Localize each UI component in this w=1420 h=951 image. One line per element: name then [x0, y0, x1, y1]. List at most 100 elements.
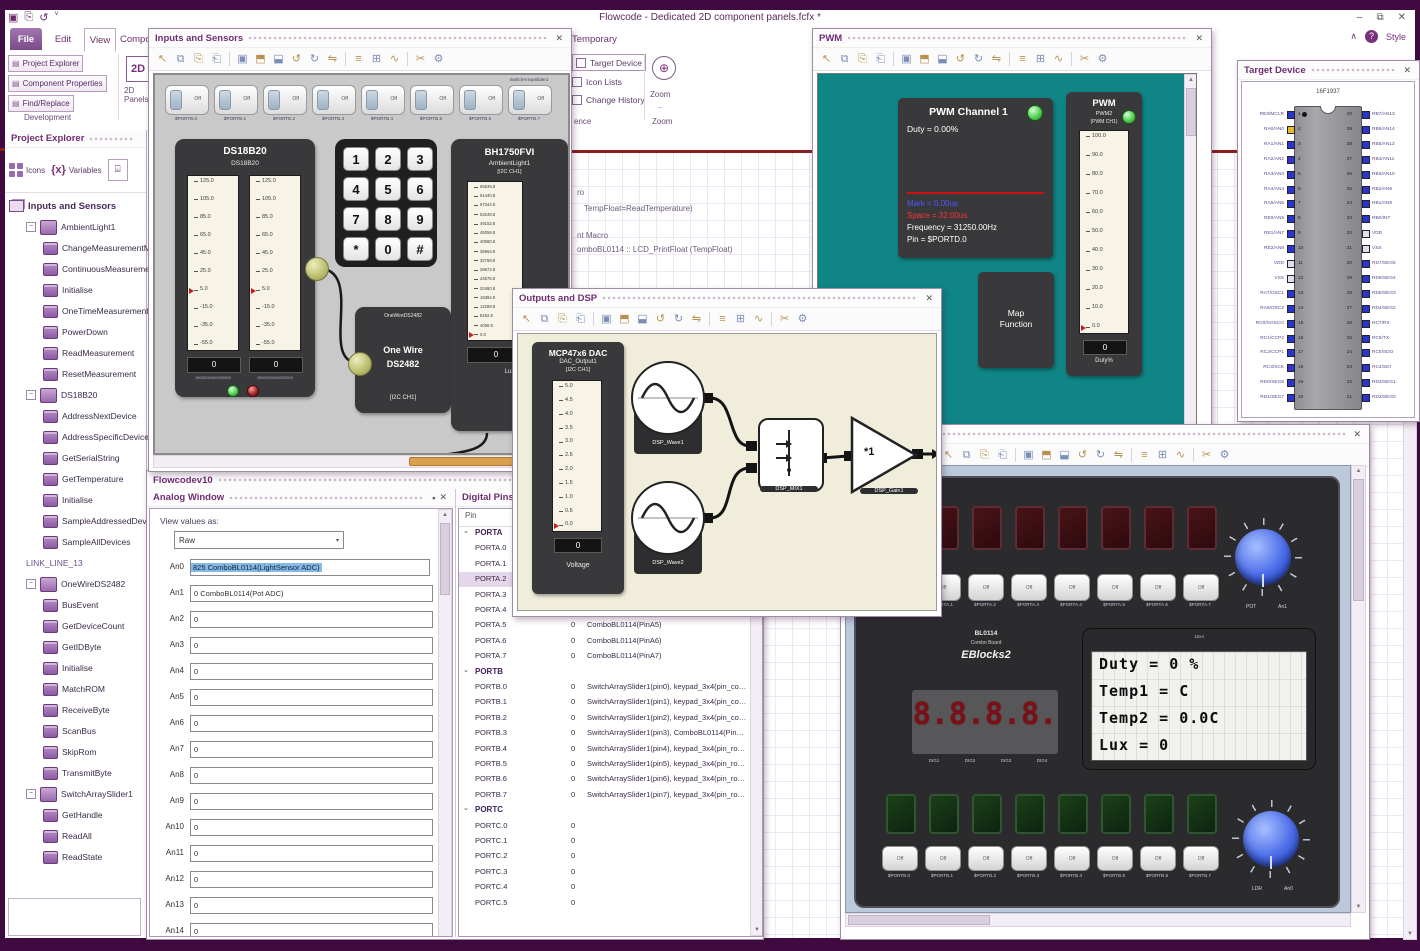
toolbar-rotate-cw-icon[interactable]: ↻ [1093, 447, 1108, 463]
chevron-down-icon[interactable]: ⌄ [463, 666, 469, 674]
keypad-key-1[interactable]: 1 [343, 147, 369, 171]
tree-item-onewireds2482[interactable]: − OneWireDS2482 [5, 574, 168, 594]
inputs-sensors-titlebar[interactable]: Inputs and Sensors ✕ [149, 29, 571, 48]
macros-button[interactable]: ⌸ [107, 159, 128, 181]
porta-button-3[interactable]: Off [1011, 574, 1047, 601]
toolbar-multi-select-icon[interactable]: ⧉ [537, 311, 552, 327]
ldr-knob[interactable] [1243, 811, 1299, 867]
porta-button-2[interactable]: Off [968, 574, 1004, 601]
keypad-key-star[interactable]: * [343, 237, 369, 261]
target-device-titlebar[interactable]: Target Device ✕ [1238, 61, 1419, 80]
digital-pin-row-portc-2[interactable]: PORTC.2 0 [459, 849, 750, 864]
porta-button-7[interactable]: Off [1183, 574, 1219, 601]
keypad-key-3[interactable]: 3 [407, 147, 433, 171]
toolbar-bring-front-icon[interactable]: ⬒ [1039, 447, 1054, 463]
pwm-scrollbar[interactable]: ▲ [1184, 74, 1196, 424]
toolbar-rotate-ccw-icon[interactable]: ↺ [653, 311, 668, 327]
digital-pin-row-portc-5[interactable]: PORTC.5 0 [459, 896, 750, 911]
keypad-key-7[interactable]: 7 [343, 207, 369, 231]
dsp-wave1-component[interactable]: DSP_Wave1 [630, 360, 706, 456]
keypad-key-8[interactable]: 8 [375, 207, 401, 231]
tab-view[interactable]: View [84, 28, 116, 52]
portb-button-7[interactable]: Off [1183, 846, 1219, 871]
tree-item-inputs-and-sensors[interactable]: Inputs and Sensors [5, 196, 151, 216]
toolbar-align-icon[interactable]: ≡ [715, 311, 730, 327]
scroll-down-icon[interactable]: ▼ [1352, 904, 1365, 910]
close-icon[interactable]: ✕ [1351, 429, 1363, 440]
toolbar-cut-icon[interactable]: ✂ [1199, 447, 1214, 463]
digital-pin-row-portc-1[interactable]: PORTC.1 0 [459, 834, 750, 849]
switch-handle[interactable] [464, 90, 476, 110]
chevron-down-icon[interactable]: ⌄ [463, 804, 469, 812]
keypad-key-5[interactable]: 5 [375, 177, 401, 201]
zoom-button-label[interactable]: Zoom [650, 90, 670, 99]
close-icon[interactable]: ✕ [1193, 33, 1205, 44]
pin-icon[interactable]: ▪ [430, 493, 437, 503]
input-switch-2[interactable]: Off [263, 85, 307, 115]
tree-item-link-line-13[interactable]: LINK_LINE_13 [5, 553, 168, 573]
toolbar-snap-grid-icon[interactable]: ⊞ [733, 311, 748, 327]
portb-button-5[interactable]: Off [1097, 846, 1133, 871]
toolbar-align-icon[interactable]: ≡ [1015, 51, 1030, 67]
checkbox-icon[interactable] [572, 94, 582, 105]
icons-view-button[interactable]: Icons [9, 163, 45, 177]
toolbar-wire-mode-icon[interactable]: ∿ [751, 311, 766, 327]
toolbar-rotate-cw-icon[interactable]: ↻ [671, 311, 686, 327]
digital-pin-row-portb-7[interactable]: PORTB.7 0 SwitchArraySlider1(pin7), keypad… [459, 788, 750, 803]
checkbox-icon[interactable] [572, 76, 582, 87]
digital-pin-row-portb-3[interactable]: PORTB.3 0 SwitchArraySlider1(pin3), ComboB… [459, 726, 750, 741]
toolbar-send-back-icon[interactable]: ⬓ [935, 51, 950, 67]
toolbar-send-back-icon[interactable]: ⬓ [1057, 447, 1072, 463]
scroll-up-icon[interactable]: ▲ [1185, 77, 1196, 83]
keypad-key-6[interactable]: 6 [407, 177, 433, 201]
scrollbar-thumb[interactable] [1353, 479, 1364, 601]
close-icon[interactable]: ✕ [923, 293, 935, 304]
map-function-box[interactable]: Map Function [978, 272, 1054, 368]
analog-row-input[interactable]: 825 ComboBL0114(LightSensor ADC) [190, 559, 430, 576]
digital-pin-row-porta-6[interactable]: PORTA.6 0 ComboBL0114(PinA6) [459, 634, 750, 649]
restore-button[interactable]: ⧉ [1376, 12, 1383, 23]
chevron-down-icon[interactable]: ⌄ [463, 527, 469, 535]
tab-components[interactable]: Components [120, 28, 148, 50]
toolbar-add-component-icon[interactable]: ▣ [1021, 447, 1036, 463]
keypad-component[interactable]: 1 2 3 4 5 6 7 8 9 * 0 # [335, 139, 437, 267]
toolbar-settings-icon[interactable]: ⚙ [431, 51, 446, 67]
digital-pin-row-portb-5[interactable]: PORTB.5 0 SwitchArraySlider1(pin5), keypad… [459, 757, 750, 772]
dsp-gain-component[interactable]: *1 DSP_Gain1 [850, 416, 922, 506]
input-switch-3[interactable]: Off [312, 85, 356, 115]
analog-row-input[interactable]: 0 [190, 923, 433, 936]
dsp-mixer-component[interactable]: DSP_MIX1 [758, 418, 824, 500]
toolbar-multi-select-icon[interactable]: ⧉ [173, 51, 188, 67]
view-mode-dropdown[interactable]: Raw ▾ [174, 531, 344, 549]
ds18b20-scale-1[interactable]: 125.0 105.0 85.0 65.0 45.0 25.0 5.0 -15.0 -35.0 -… [187, 175, 239, 351]
switch-handle[interactable] [317, 90, 329, 110]
checkbox-icon[interactable] [576, 57, 586, 68]
porta-button-6[interactable]: Off [1140, 574, 1176, 601]
toolbar-align-icon[interactable]: ≡ [351, 51, 366, 67]
ds18b20-component[interactable]: DS18B20 DS18B20 125.0 105.0 85.0 65.0 45.0 25… [175, 139, 315, 397]
toolbar-flip-horizontal-icon[interactable]: ⇋ [1111, 447, 1126, 463]
portb-button-1[interactable]: Off [925, 846, 961, 871]
analog-row-input[interactable]: 0 [190, 689, 433, 706]
toolbar-select-cursor-icon[interactable]: ↖ [155, 51, 170, 67]
eblocks-vscrollbar[interactable]: ▲ ▼ [1351, 465, 1366, 913]
tab-edit[interactable]: Edit [48, 28, 78, 50]
toolbar-copy-icon[interactable]: ⎘ [977, 447, 992, 463]
help-icon[interactable]: ? [1364, 30, 1378, 43]
tab-file[interactable]: File [10, 28, 42, 50]
digital-pin-row-portb[interactable]: ⌄ PORTB [459, 665, 750, 680]
portb-button-2[interactable]: Off [968, 846, 1004, 871]
toolbar-cut-icon[interactable]: ✂ [777, 311, 792, 327]
toolbar-cut-icon[interactable]: ✂ [1077, 51, 1092, 67]
panel-2d-icon[interactable]: 2D [126, 56, 150, 82]
scroll-down-icon[interactable]: ▼ [1404, 931, 1416, 937]
toolbar-multi-select-icon[interactable]: ⧉ [959, 447, 974, 463]
variables-button[interactable]: {x} Variables [51, 164, 101, 176]
ribbon-button-project-explorer[interactable]: ▤ Project Explorer [8, 55, 84, 72]
view-check-icon-lists[interactable]: Icon Lists [572, 74, 622, 89]
toolbar-copy-icon[interactable]: ⎘ [191, 51, 206, 67]
wire-node[interactable] [305, 257, 329, 281]
analog-row-input[interactable]: 0 [190, 845, 433, 862]
toolbar-select-cursor-icon[interactable]: ↖ [519, 311, 534, 327]
dsp-wave2-component[interactable]: DSP_Wave2 [630, 480, 706, 576]
